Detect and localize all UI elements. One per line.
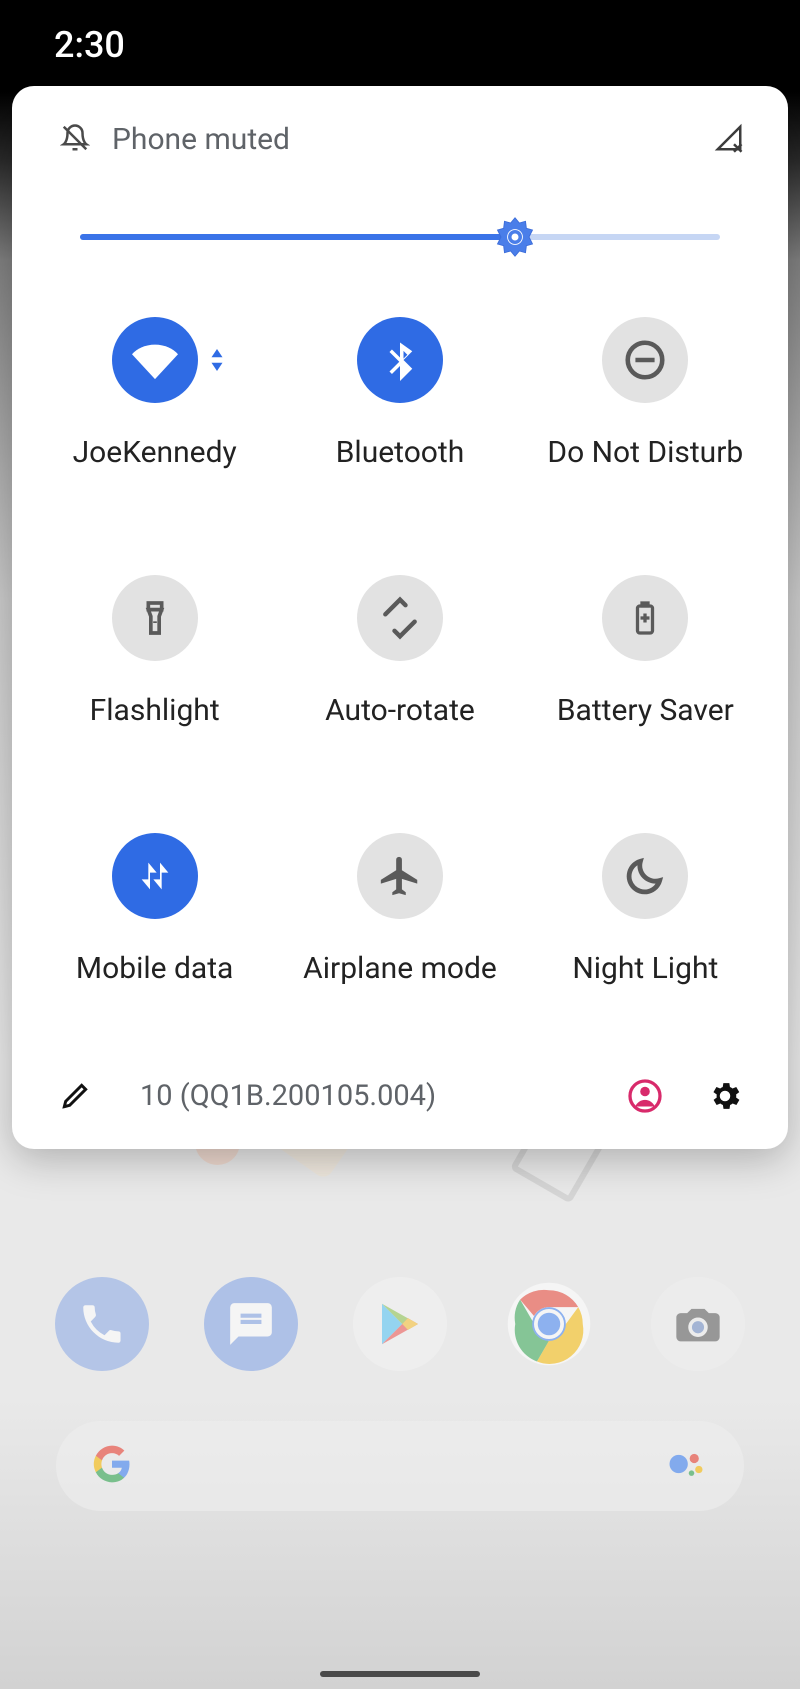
bluetooth-icon[interactable]: [357, 317, 443, 403]
tile-autorotate[interactable]: Auto-rotate: [277, 575, 522, 728]
tile-wifi[interactable]: JoeKennedy: [32, 317, 277, 470]
panel-header: Phone muted: [12, 114, 788, 167]
tile-mobiledata[interactable]: Mobile data: [32, 833, 277, 986]
tile-label: Night Light: [572, 951, 718, 986]
slider-fill: [80, 234, 515, 240]
moon-icon[interactable]: [602, 833, 688, 919]
tile-bluetooth[interactable]: Bluetooth: [277, 317, 522, 470]
tile-dnd[interactable]: Do Not Disturb: [523, 317, 768, 470]
flashlight-icon[interactable]: [112, 575, 198, 661]
nav-handle[interactable]: [320, 1671, 480, 1677]
tile-label: Auto-rotate: [325, 693, 475, 728]
muted-label: Phone muted: [112, 122, 290, 157]
wifi-icon[interactable]: [112, 317, 198, 403]
gear-icon[interactable]: [700, 1071, 750, 1121]
dock-play-store[interactable]: [353, 1277, 447, 1371]
tile-label: Mobile data: [76, 951, 233, 986]
brightness-slider[interactable]: [80, 217, 720, 257]
dock-messages[interactable]: [204, 1277, 298, 1371]
bell-off-icon: [60, 123, 90, 157]
tiles-grid: JoeKennedy Bluetooth Do Not Disturb Flashli…: [12, 317, 788, 986]
expand-caret-icon[interactable]: [209, 349, 225, 375]
tile-batterysaver[interactable]: Battery Saver: [523, 575, 768, 728]
header-left: Phone muted: [60, 122, 290, 157]
dock-chrome[interactable]: [502, 1277, 596, 1371]
signal-off-icon: [714, 123, 744, 157]
user-icon[interactable]: [620, 1071, 670, 1121]
quick-settings-panel: Phone muted JoeKennedy Bluetooth Do Not Di…: [12, 86, 788, 1149]
tile-flashlight[interactable]: Flashlight: [32, 575, 277, 728]
tile-label: Battery Saver: [557, 693, 734, 728]
dock-phone[interactable]: [55, 1277, 149, 1371]
search-pill[interactable]: [56, 1421, 744, 1511]
dnd-icon[interactable]: [602, 317, 688, 403]
tile-label: Airplane mode: [303, 951, 497, 986]
tile-label: JoeKennedy: [73, 435, 237, 470]
tile-nightlight[interactable]: Night Light: [523, 833, 768, 986]
status-bar: 2:30: [0, 0, 800, 90]
edit-icon[interactable]: [50, 1071, 100, 1121]
assistant-icon: [664, 1442, 708, 1490]
battery-icon[interactable]: [602, 575, 688, 661]
status-time: 2:30: [54, 24, 125, 66]
tile-airplane[interactable]: Airplane mode: [277, 833, 522, 986]
dock-camera[interactable]: [651, 1277, 745, 1371]
tile-label: Bluetooth: [336, 435, 465, 470]
rotate-icon[interactable]: [357, 575, 443, 661]
airplane-icon[interactable]: [357, 833, 443, 919]
google-g-icon: [92, 1444, 132, 1488]
tile-label: Flashlight: [90, 693, 220, 728]
panel-footer: 10 (QQ1B.200105.004): [12, 1071, 788, 1129]
tile-label: Do Not Disturb: [547, 435, 743, 470]
build-text: 10 (QQ1B.200105.004): [140, 1079, 620, 1113]
data-icon[interactable]: [112, 833, 198, 919]
slider-thumb[interactable]: [494, 216, 536, 258]
dock: [0, 1277, 800, 1371]
